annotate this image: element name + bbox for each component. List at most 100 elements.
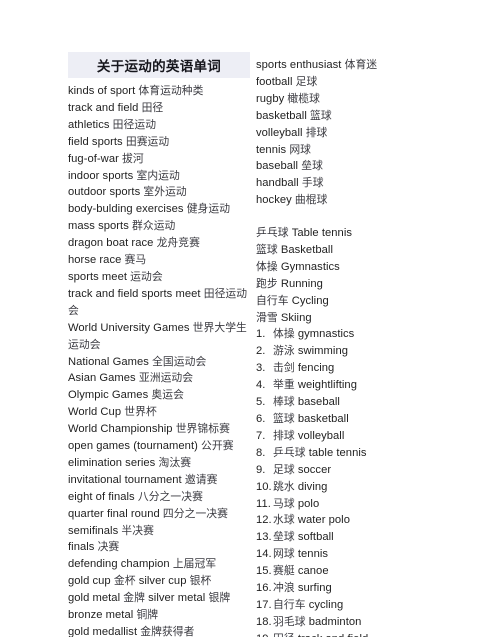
list-item: track and field 田径 [68, 100, 164, 114]
list-item: eight of finals 八分之一决赛 [68, 489, 203, 503]
list-item-number: 17. [256, 598, 272, 611]
chinese-gloss: 手球 [301, 176, 324, 190]
list-item: 自行车 Cycling [256, 293, 329, 307]
list-item: defending champion 上届冠军 [68, 557, 217, 571]
chinese-gloss: 乒乓球 [256, 226, 289, 240]
chinese-gloss: 体操 [256, 259, 278, 273]
list-item: 14. 网球 tennis [256, 546, 446, 563]
list-item: 滑雪 Skiing [256, 310, 312, 324]
list-item: invitational tournament 邀请赛 [68, 472, 218, 486]
list-item: 体操 Gymnastics [256, 259, 340, 273]
list-item: 12. 水球 water polo [256, 512, 446, 529]
chinese-gloss: 田径运动 [112, 117, 157, 131]
chinese-gloss: 马球 [273, 496, 295, 510]
list-item: 19. 田径 track and field [256, 631, 446, 637]
list-item: kinds of sport 体育运动种类 [68, 84, 204, 97]
chinese-gloss: 田径 [273, 632, 295, 637]
chinese-gloss: 田赛运动 [125, 134, 170, 148]
chinese-gloss: 亚洲运动会 [138, 371, 194, 385]
list-item: World Cup 世界杯 [68, 405, 157, 419]
list-item: horse race 赛马 [68, 253, 147, 267]
chinese-gloss: 排球 [305, 125, 328, 139]
chinese-gloss: 金杯 [113, 574, 136, 588]
page-title: 关于运动的英语单词 [96, 59, 222, 75]
chinese-gloss: 银牌 [208, 591, 231, 605]
list-item-number: 15. [256, 565, 272, 578]
list-item: 17. 自行车 cycling [256, 597, 446, 614]
list-item: 5. 棒球 baseball [256, 394, 446, 411]
list-item: Asian Games 亚洲运动会 [68, 371, 194, 385]
list-item: 9. 足球 soccer [256, 462, 446, 479]
right-column: sports enthusiast 体育迷 football 足球 rugby 橄榄… [256, 0, 446, 637]
chinese-gloss: 网球 [273, 547, 295, 561]
list-item-number: 8. [256, 446, 266, 459]
list-item: mass sports 群众运动 [68, 219, 176, 233]
chinese-gloss: 橄榄球 [287, 91, 320, 105]
chinese-gloss: 群众运动 [132, 219, 176, 233]
chinese-gloss: 棒球 [273, 395, 295, 409]
chinese-gloss: 全国运动会 [152, 354, 207, 368]
chinese-gloss: 自行车 [256, 293, 289, 307]
chinese-gloss: 奥运会 [151, 388, 184, 402]
list-item: 16. 冲浪 surfing [256, 580, 446, 597]
chinese-gloss: 淘汰赛 [158, 455, 192, 469]
list-item: 7. 排球 volleyball [256, 428, 446, 445]
list-item: fug-of-war 拔河 [68, 151, 144, 165]
list-item: handball 手球 [256, 176, 324, 190]
list-item-number: 16. [256, 582, 272, 595]
chinese-gloss: 曲棍球 [294, 193, 328, 207]
list-item: gold metal 金牌 silver metal 银牌 bronze met… [68, 591, 231, 622]
right-entry-list: sports enthusiast 体育迷 football 足球 rugby 橄榄… [256, 0, 446, 637]
chinese-gloss: 世界锦标赛 [175, 422, 230, 436]
chinese-gloss: 田径运动会 [68, 286, 248, 317]
list-item: sports meet 运动会 [68, 269, 163, 283]
chinese-gloss: 足球 [273, 462, 295, 476]
chinese-gloss: 赛马 [124, 253, 147, 267]
chinese-gloss: 室外运动 [143, 185, 187, 199]
list-item-number: 19. [256, 632, 273, 637]
chinese-gloss: 冲浪 [273, 581, 295, 595]
chinese-gloss: 八分之一决赛 [137, 489, 203, 503]
chinese-gloss: 篮球 [256, 242, 278, 256]
list-item: finals 决赛 [68, 540, 120, 554]
list-item: 4. 举重 weightlifting [256, 377, 446, 394]
list-item: volleyball 排球 [256, 125, 328, 139]
list-item-number: 2. [256, 345, 266, 358]
list-item: 18. 羽毛球 badminton [256, 614, 446, 631]
list-item: 跑步 Running [256, 276, 323, 290]
list-item: body-bulding exercises 健身运动 [68, 202, 231, 216]
chinese-gloss: 决赛 [97, 540, 120, 554]
list-item: hockey 曲棍球 [256, 193, 328, 207]
page-title-bar: 关于运动的英语单词 [68, 52, 250, 78]
list-item-number: 11. [256, 497, 271, 510]
list-item-number: 14. [256, 548, 272, 561]
chinese-gloss: 半决赛 [121, 523, 154, 537]
chinese-gloss: 邀请赛 [184, 472, 218, 486]
list-item: World Championship 世界锦标赛 [68, 422, 230, 436]
list-item: quarter final round 四分之一决赛 [68, 506, 229, 520]
list-item: 11. 马球 polo [256, 496, 446, 513]
list-item-number: 1. [256, 328, 266, 341]
chinese-gloss: 体育迷 [344, 58, 378, 71]
chinese-gloss: 乒乓球 [273, 445, 306, 459]
left-entry-list: kinds of sport 体育运动种类 track and field 田径 a… [68, 83, 254, 637]
list-item: 篮球 Basketball [256, 242, 333, 256]
chinese-gloss: 公开赛 [201, 439, 234, 453]
chinese-gloss: 世界杯 [124, 405, 157, 419]
list-item-number: 18. [256, 615, 272, 628]
list-item: baseball 垒球 [256, 159, 323, 173]
list-item: 3. 击剑 fencing [256, 360, 446, 377]
list-item-number: 10. [256, 480, 272, 493]
chinese-gloss: 跳水 [273, 479, 295, 493]
list-item: elimination series 淘汰赛 [68, 455, 192, 469]
list-item: 2. 游泳 swimming [256, 343, 446, 360]
chinese-gloss: 篮球 [310, 108, 332, 122]
chinese-gloss: 羽毛球 [273, 614, 306, 628]
list-item: dragon boat race 龙舟竞赛 [68, 236, 200, 250]
list-item: 8. 乒乓球 table tennis [256, 445, 446, 462]
list-item: World University Games 世界大学生运动会 [68, 320, 247, 351]
chinese-gloss: 篮球 [273, 412, 295, 426]
list-item: football 足球 [256, 74, 318, 88]
list-item: 13. 垒球 softball [256, 529, 446, 546]
document-page: 关于运动的英语单词 kinds of sport 体育运动种类 track and… [0, 0, 500, 637]
